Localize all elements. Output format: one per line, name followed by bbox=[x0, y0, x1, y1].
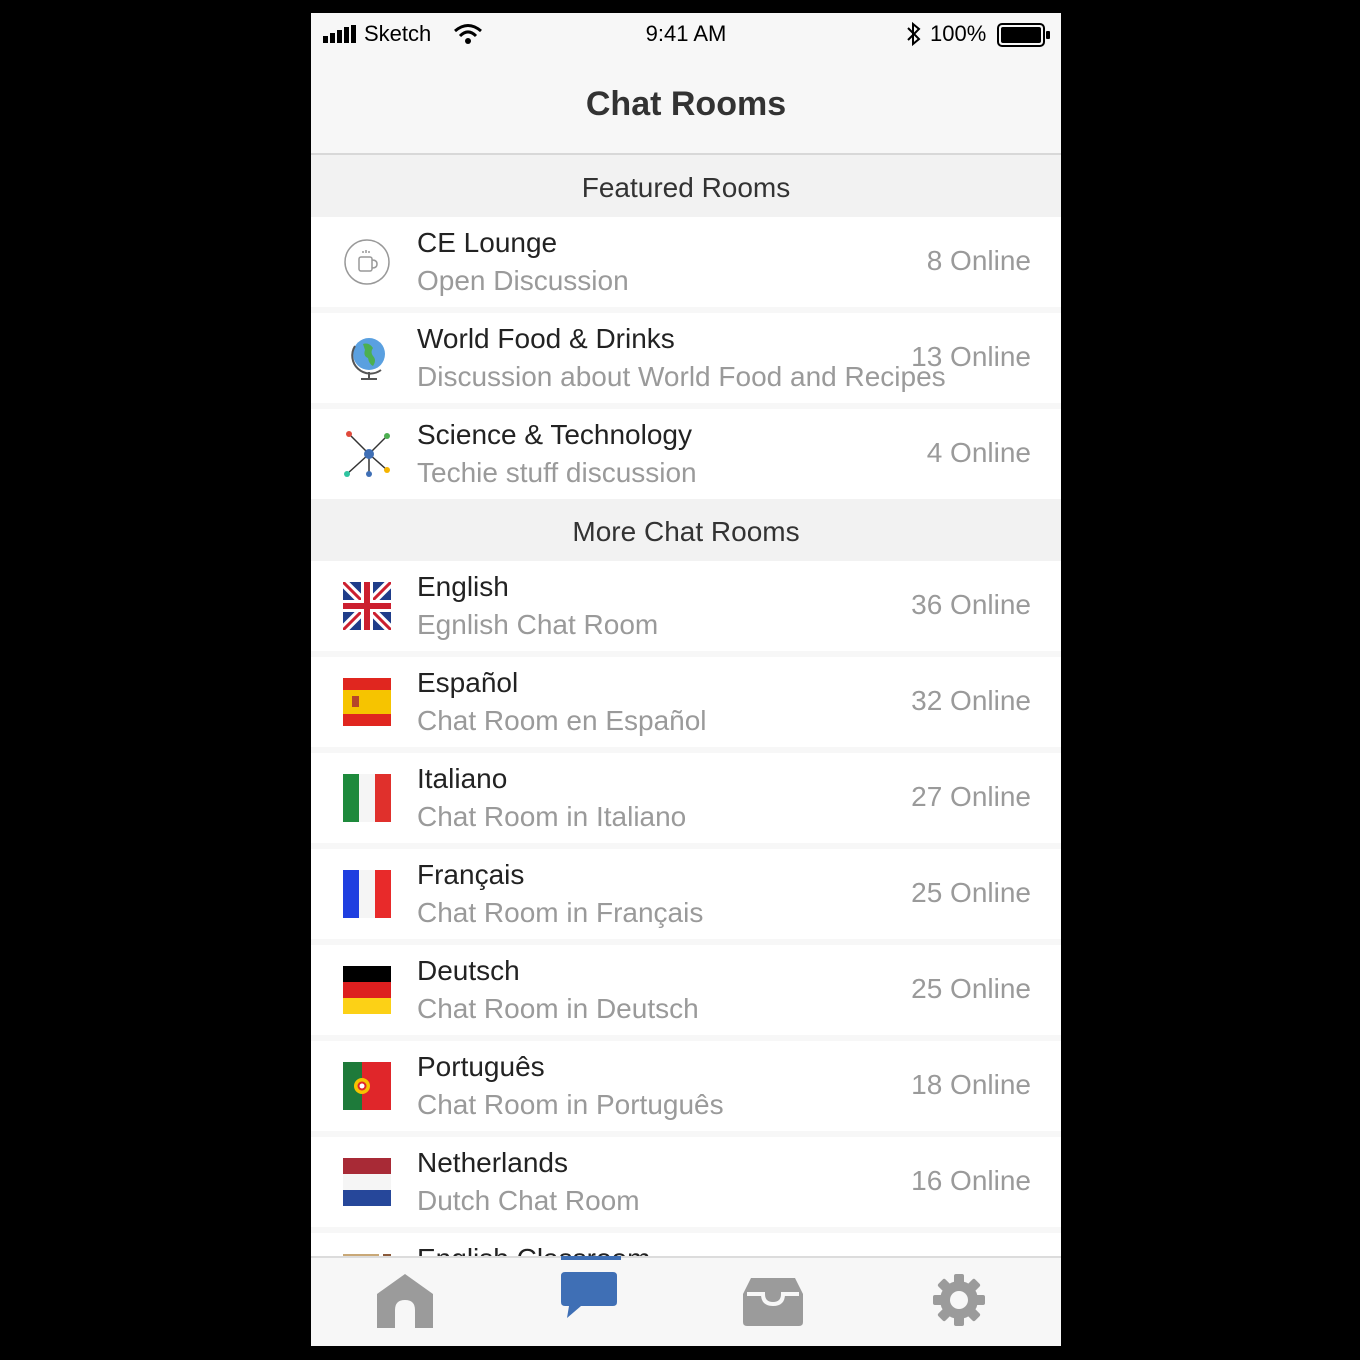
room-name: World Food & Drinks bbox=[417, 323, 675, 354]
chat-bubble-icon bbox=[561, 1272, 617, 1318]
page-title: Chat Rooms bbox=[585, 85, 787, 123]
room-row-italiano[interactable]: Italiano Chat Room in Italiano 27 Online bbox=[311, 753, 1061, 843]
room-name: Netherlands bbox=[417, 1147, 568, 1178]
room-name: Deutsch bbox=[417, 955, 520, 986]
section-header-featured: Featured Rooms bbox=[311, 155, 1061, 217]
room-description: Egnlish Chat Room bbox=[417, 609, 659, 640]
tab-bar bbox=[311, 1256, 1061, 1346]
room-online-count: 32 Online bbox=[911, 685, 1031, 716]
room-row-english[interactable]: English Egnlish Chat Room 36 Online bbox=[311, 561, 1061, 651]
bluetooth-icon bbox=[907, 21, 921, 47]
room-row-francais[interactable]: Français Chat Room in Français 25 Online bbox=[311, 849, 1061, 939]
room-row-world-food[interactable]: World Food & Drinks 13 Online Discussion… bbox=[311, 313, 1061, 403]
inbox-icon bbox=[743, 1278, 803, 1326]
chat-room-list[interactable]: Featured Rooms CE Lounge Open Discussion… bbox=[311, 155, 1061, 1256]
home-icon bbox=[377, 1274, 433, 1328]
room-online-count: 18 Online bbox=[911, 1069, 1031, 1100]
room-description: Chat Room en Español bbox=[417, 705, 707, 736]
room-description: Open Discussion bbox=[417, 265, 629, 296]
room-description: Dutch Chat Room bbox=[417, 1185, 640, 1216]
tab-home[interactable] bbox=[353, 1258, 453, 1346]
room-name: Science & Technology bbox=[417, 419, 692, 450]
netherlands-flag-icon bbox=[343, 1158, 391, 1206]
room-description: Techie stuff discussion bbox=[417, 457, 697, 488]
room-name: CE Lounge bbox=[417, 227, 558, 258]
room-online-count: 25 Online bbox=[911, 877, 1031, 908]
portugal-flag-icon bbox=[343, 1062, 391, 1110]
room-row-ce-lounge[interactable]: CE Lounge Open Discussion 8 Online bbox=[311, 217, 1061, 307]
room-description: Chat Room in Deutsch bbox=[417, 993, 699, 1024]
status-bar: Sketch 9:41 AM 100% bbox=[311, 13, 1061, 57]
phone-screen: Sketch 9:41 AM 100% Chat Rooms Featured … bbox=[311, 13, 1061, 1346]
uk-flag-icon bbox=[343, 582, 391, 630]
room-online-count: 27 Online bbox=[911, 781, 1031, 812]
room-online-count: 8 Online bbox=[926, 245, 1031, 276]
tab-inbox[interactable] bbox=[719, 1258, 819, 1346]
room-description: Chat Room in Português bbox=[417, 1089, 724, 1120]
coffee-cup-icon bbox=[344, 239, 390, 285]
battery-percent: 100% bbox=[930, 21, 987, 46]
france-flag-icon bbox=[343, 870, 391, 918]
room-row-deutsch[interactable]: Deutsch Chat Room in Deutsch 25 Online bbox=[311, 945, 1061, 1035]
gear-icon bbox=[933, 1274, 985, 1326]
room-name: English Classroom bbox=[417, 1243, 650, 1256]
room-online-count: 4 Online bbox=[926, 437, 1031, 468]
globe-icon bbox=[351, 338, 385, 380]
network-nodes-icon bbox=[344, 431, 390, 477]
room-row-netherlands[interactable]: Netherlands Dutch Chat Room 16 Online bbox=[311, 1137, 1061, 1227]
room-description: Discussion about World Food and Recipes bbox=[417, 361, 946, 392]
room-name: Français bbox=[417, 859, 525, 890]
germany-flag-icon bbox=[343, 966, 391, 1014]
room-online-count: 25 Online bbox=[911, 973, 1031, 1004]
room-row-english-classroom[interactable]: English Classroom bbox=[311, 1233, 1061, 1256]
battery-icon bbox=[997, 23, 1050, 47]
active-tab-indicator bbox=[561, 1256, 621, 1260]
room-description: Chat Room in Italiano bbox=[417, 801, 687, 832]
room-name: English bbox=[417, 571, 509, 602]
navigation-bar: Chat Rooms bbox=[311, 57, 1061, 155]
room-row-science-tech[interactable]: Science & Technology Techie stuff discus… bbox=[311, 409, 1061, 499]
room-description: Chat Room in Français bbox=[417, 897, 704, 928]
section-header-more: More Chat Rooms bbox=[311, 499, 1061, 561]
room-row-portugues[interactable]: Português Chat Room in Português 18 Onli… bbox=[311, 1041, 1061, 1131]
room-name: Português bbox=[417, 1051, 545, 1082]
italy-flag-icon bbox=[343, 774, 391, 822]
spain-flag-icon bbox=[343, 678, 391, 726]
room-name: Italiano bbox=[417, 763, 508, 794]
room-online-count: 16 Online bbox=[911, 1165, 1031, 1196]
room-online-count: 36 Online bbox=[911, 589, 1031, 620]
room-name: Español bbox=[417, 667, 519, 698]
tab-settings[interactable] bbox=[907, 1258, 1007, 1346]
room-row-espanol[interactable]: Español Chat Room en Español 32 Online bbox=[311, 657, 1061, 747]
tab-chat[interactable] bbox=[537, 1256, 637, 1346]
